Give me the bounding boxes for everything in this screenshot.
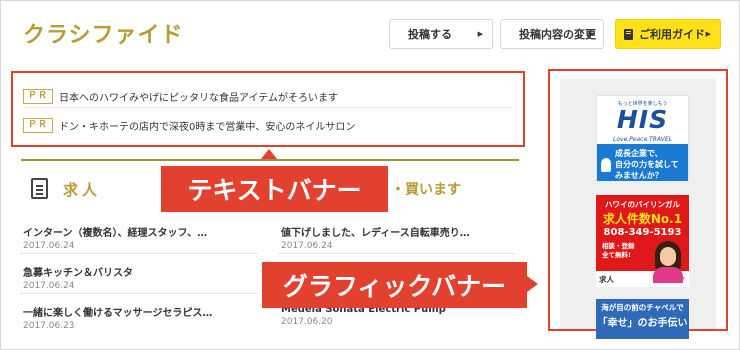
wedding-ad-line: 「幸せ」のお手伝い xyxy=(597,318,688,329)
his-ad-banner[interactable]: もっと世界を楽しもう HIS Love.Peace.TRAVEL 成長企業で、 … xyxy=(596,95,689,181)
person-icon xyxy=(601,158,611,172)
pr-tag: ＰＲ xyxy=(23,88,53,104)
job-ad-kyujin: 求人 xyxy=(599,275,614,284)
arrow-right-icon: ▶ xyxy=(477,30,483,38)
job-ad-note-line: 全て無料! xyxy=(602,251,631,259)
arrow-right-icon: ▶ xyxy=(588,30,594,38)
list-item-date: 2017.06.23 xyxy=(23,321,75,331)
site-logo[interactable]: クラシファイド xyxy=(23,17,184,49)
section-title-jobs[interactable]: 求人 xyxy=(63,179,101,200)
post-button-label: 投稿する xyxy=(408,28,452,41)
list-item[interactable]: 値下げしました、レディース自転車売り… 2017.06.24 xyxy=(281,224,511,251)
job-ad-top: ハワイのバイリンガル xyxy=(605,200,680,209)
list-item-title: 値下げしました、レディース自転車売り… xyxy=(281,228,470,239)
pr-text: 日本へのハワイみやげにピッタリな食品アイテムがそろいます xyxy=(59,92,338,104)
text-banner-highlight: ＰＲ 日本へのハワイみやげにピッタリな食品アイテムがそろいます ＰＲ ドン・キホ… xyxy=(11,71,525,147)
wedding-ad-banner[interactable]: 海が目の前のチャペルで 「幸せ」のお手伝い xyxy=(596,299,689,339)
post-button[interactable]: 投稿する ▶ xyxy=(389,19,493,49)
list-item[interactable]: インターン（複数名）、経理スタッフ、… 2017.06.24 xyxy=(23,224,253,251)
his-line: みませんか？ xyxy=(615,171,663,180)
list-item-title: 急募キッチン＆バリスタ xyxy=(23,268,133,279)
divider xyxy=(25,107,511,108)
his-logo: HIS xyxy=(616,105,669,134)
document-icon xyxy=(31,178,48,199)
list-item-title: インターン（複数名）、経理スタッフ、… xyxy=(23,228,208,239)
section-rule xyxy=(21,159,519,161)
user-guide-button-label: ご利用ガイド xyxy=(639,28,705,41)
text-banner-annotation: テキストバナー xyxy=(161,166,388,212)
list-item-date: 2017.06.20 xyxy=(281,317,333,327)
user-guide-button[interactable]: ご利用ガイド ▶ xyxy=(615,19,721,49)
section-title-buy-sell[interactable]: ・買います xyxy=(391,179,461,199)
divider xyxy=(21,293,257,294)
pr-text: ドン・キホーテの店内で深夜0時まで営業中、安心のネイルサロン xyxy=(59,121,356,133)
job-ad-note-line: 相談・登録 xyxy=(602,242,635,250)
annotation-pointer xyxy=(527,276,538,292)
page-frame: クラシファイド 投稿する ▶ 投稿内容の変更 ▶ ご利用ガイド ▶ ＰＲ 日本へ… xyxy=(0,0,740,350)
his-line: 成長企業で、 xyxy=(615,149,663,158)
his-line: 自分の力を試して xyxy=(615,160,679,169)
list-item-date: 2017.06.24 xyxy=(23,281,75,291)
wedding-ad-line: 海が目の前のチャペルで xyxy=(601,303,684,312)
graphic-banner-annotation-label: グラフィックバナー xyxy=(282,272,507,301)
pr-tag: ＰＲ xyxy=(23,117,53,133)
woman-face xyxy=(660,247,676,266)
his-recruit-panel: 成長企業で、 自分の力を試して みませんか？ xyxy=(597,144,688,181)
divider xyxy=(21,253,257,254)
annotation-pointer xyxy=(261,149,277,159)
job-ad-banner[interactable]: ハワイのバイリンガル 求人件数No.1 808-349-5193 相談・登録 全… xyxy=(596,195,689,287)
job-ad-name: ジュン xyxy=(664,275,685,283)
edit-post-button-label: 投稿内容の変更 xyxy=(519,28,596,41)
edit-post-button[interactable]: 投稿内容の変更 ▶ xyxy=(500,19,604,49)
list-item-date: 2017.06.24 xyxy=(281,241,333,251)
job-ad-count: 求人件数No.1 xyxy=(602,212,683,226)
list-item[interactable]: 急募キッチン＆バリスタ 2017.06.24 xyxy=(23,264,253,291)
graphic-banner-highlight: もっと世界を楽しもう HIS Love.Peace.TRAVEL 成長企業で、 … xyxy=(548,69,728,339)
sidebar-ad-area: もっと世界を楽しもう HIS Love.Peace.TRAVEL 成長企業で、 … xyxy=(560,79,716,339)
pr-link-2[interactable]: ＰＲ ドン・キホーテの店内で深夜0時まで営業中、安心のネイルサロン xyxy=(23,116,355,134)
list-item-date: 2017.06.24 xyxy=(23,241,75,251)
job-ad-phone: 808-349-5193 xyxy=(603,227,682,238)
list-item-title: 一緒に楽しく働けるマッサージセラピス… xyxy=(23,308,213,319)
his-slogan: Love.Peace.TRAVEL xyxy=(613,136,672,143)
book-icon xyxy=(624,28,633,40)
divider xyxy=(279,253,515,254)
pr-link-1[interactable]: ＰＲ 日本へのハワイみやげにピッタリな食品アイテムがそろいます xyxy=(23,87,338,105)
list-item[interactable]: 一緒に楽しく働けるマッサージセラピス… 2017.06.23 xyxy=(23,304,253,331)
arrow-right-icon: ▶ xyxy=(705,30,711,38)
job-ad-note: 相談・登録 全て無料! xyxy=(602,242,642,260)
graphic-banner-annotation: グラフィックバナー xyxy=(262,262,538,308)
